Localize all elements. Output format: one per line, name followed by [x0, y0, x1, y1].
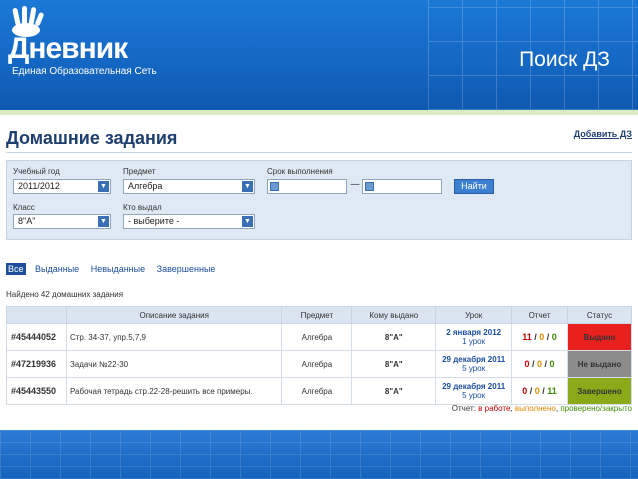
class-select-value: 8"А" [18, 216, 36, 226]
year-label: Учебный год [13, 167, 60, 176]
bottom-tile-pattern [0, 430, 638, 479]
tab-issued[interactable]: Выданные [33, 263, 81, 275]
report-counts: 0 / 0 / 11 [511, 377, 568, 405]
find-button[interactable]: Найти [454, 179, 494, 194]
column-header-id [6, 306, 67, 324]
legend-prefix: Отчет: [451, 404, 479, 413]
class-label: Класс [13, 203, 35, 212]
report-separator: / [542, 359, 550, 369]
report-in-work: 11 [522, 332, 532, 342]
report-counts: 0 / 0 / 0 [511, 350, 568, 378]
class-select[interactable]: 8"А" ▼ [13, 214, 111, 229]
subject-select-value: Алгебра [128, 181, 163, 191]
column-header-class: Кому выдано [351, 306, 437, 324]
class-value: 8"А" [351, 350, 437, 378]
year-select[interactable]: 2011/2012 ▼ [13, 179, 111, 194]
tab-not-issued[interactable]: Невыданные [89, 263, 147, 275]
calendar-icon[interactable] [270, 182, 279, 191]
legend-checked: проверено/закрыто [560, 404, 632, 413]
homework-description: Стр. 34-37, упр.5,7,9 [65, 323, 283, 351]
deadline-label: Срок выполнения [267, 167, 333, 176]
column-header-report: Отчет [511, 306, 568, 324]
chevron-down-icon: ▼ [98, 216, 109, 227]
issuer-select[interactable]: - выберите - ▼ [123, 214, 255, 229]
tab-all[interactable]: Все [6, 263, 26, 275]
subject-label: Предмет [123, 167, 156, 176]
status-badge: Не выдано [566, 350, 633, 378]
deadline-from-input[interactable] [267, 179, 347, 194]
issuer-select-value: - выберите - [128, 216, 180, 226]
report-separator: / [527, 386, 535, 396]
table-header-row: Описание задания Предмет Кому выдано Уро… [6, 306, 633, 324]
class-value: 8"А" [351, 323, 437, 351]
lesson-cell[interactable]: 2 января 2012 1 урок [435, 323, 513, 351]
logo-wordmark: Дневник [8, 32, 128, 65]
report-separator: / [529, 359, 538, 369]
lesson-date: 29 декабря 2011 [442, 382, 506, 391]
column-header-status: Статус [566, 306, 633, 324]
subject-link[interactable]: Алгебра [281, 323, 353, 351]
report-separator: / [544, 332, 552, 342]
filter-panel: Учебный год 2011/2012 ▼ Предмет Алгебра … [6, 160, 632, 240]
tab-completed[interactable]: Завершенные [155, 263, 218, 275]
lesson-number: 5 урок [462, 391, 486, 400]
homework-description: Рабочая тетрадь стр.22-28-решить все при… [65, 377, 283, 405]
homework-description: Задачи №22-30 [65, 350, 283, 378]
table-row: #45443550 Рабочая тетрадь стр.22-28-реши… [6, 377, 633, 405]
report-checked: 0 [551, 332, 557, 342]
status-badge: Завершено [566, 377, 633, 405]
subject-select[interactable]: Алгебра ▼ [123, 179, 255, 194]
slide-title: Поиск ДЗ [519, 48, 610, 71]
deadline-separator: — [350, 179, 360, 190]
deadline-to-input[interactable] [362, 179, 442, 194]
chevron-down-icon: ▼ [98, 181, 109, 192]
class-value: 8"А" [351, 377, 437, 405]
bottom-band [0, 430, 638, 479]
legend-done: выполнено [514, 404, 556, 413]
report-legend: Отчет: в работе, выполнено, проверено/за… [452, 404, 632, 413]
divider [6, 152, 632, 153]
homework-table: Описание задания Предмет Кому выдано Уро… [6, 306, 633, 405]
lesson-number: 1 урок [462, 337, 486, 346]
legend-in-work: в работе [478, 404, 511, 413]
lesson-cell[interactable]: 29 декабря 2011 5 урок [435, 377, 513, 405]
homework-id-link[interactable]: #45443550 [6, 377, 67, 405]
page-title: Домашние задания [6, 128, 178, 148]
homework-id-link[interactable]: #47219936 [6, 350, 67, 378]
lesson-date: 2 января 2012 [446, 328, 502, 337]
header-stripe [0, 110, 638, 115]
homework-id-link[interactable]: #45444052 [6, 323, 67, 351]
chevron-down-icon: ▼ [242, 181, 253, 192]
report-counts: 11 / 0 / 0 [511, 323, 568, 351]
status-badge: Выдано [566, 323, 633, 351]
results-count: Найдено 42 домашних задания [6, 290, 124, 299]
report-checked: 11 [547, 386, 557, 396]
status-tabs: Все Выданные Невыданные Завершенные [6, 263, 222, 275]
add-homework-link[interactable]: Добавить ДЗ [574, 129, 632, 139]
column-header-description: Описание задания [65, 306, 283, 324]
lesson-date: 29 декабря 2011 [442, 355, 506, 364]
logo-subtitle: Единая Образовательная Сеть [12, 66, 157, 77]
subject-link[interactable]: Алгебра [281, 350, 353, 378]
issuer-label: Кто выдал [123, 203, 162, 212]
lesson-number: 5 урок [462, 364, 486, 373]
slide-header: Дневник Единая Образовательная Сеть Поис… [0, 0, 638, 110]
year-select-value: 2011/2012 [18, 181, 60, 191]
column-header-subject: Предмет [281, 306, 353, 324]
report-checked: 0 [549, 359, 555, 369]
chevron-down-icon: ▼ [242, 216, 253, 227]
lesson-cell[interactable]: 29 декабря 2011 5 урок [435, 350, 513, 378]
column-header-lesson: Урок [435, 306, 513, 324]
table-row: #47219936 Задачи №22-30 Алгебра 8"А" 29 … [6, 350, 633, 378]
subject-link[interactable]: Алгебра [281, 377, 353, 405]
calendar-icon[interactable] [365, 182, 374, 191]
table-row: #45444052 Стр. 34-37, упр.5,7,9 Алгебра … [6, 323, 633, 351]
